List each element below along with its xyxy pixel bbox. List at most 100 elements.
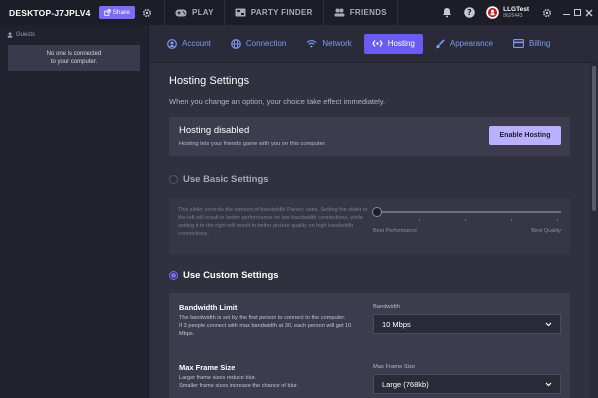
settings-tabs: Account Connection Network Hosting Appea… <box>150 25 598 63</box>
maximize-button[interactable] <box>572 7 583 18</box>
share-label: Share <box>112 9 130 16</box>
no-guests-message: No one is connected to your computer. <box>8 45 140 71</box>
account-icon <box>167 38 177 49</box>
tab-appearance-label: Appearance <box>449 39 494 48</box>
max-frame-size-select-value: Large (768kb) <box>382 379 429 389</box>
help-icon: ? <box>464 7 475 18</box>
basic-settings-radio[interactable] <box>169 175 178 184</box>
close-icon <box>585 9 592 16</box>
bandwidth-field-label: Bandwidth <box>373 304 401 310</box>
bandwidth-limit-description: The bandwidth is set by the first person… <box>179 314 364 338</box>
user-profile[interactable]: LLGTest 8626443 <box>486 6 529 19</box>
bandwidth-desc-line-2: If 3 people connect with max bandwidth a… <box>179 323 352 337</box>
tab-connection[interactable]: Connection <box>223 34 294 54</box>
billing-icon <box>513 39 524 48</box>
chevron-down-icon <box>545 322 552 326</box>
slider-tick <box>419 219 420 221</box>
max-frame-size-description: Larger frame sizes reduce blur. Smaller … <box>179 374 364 390</box>
tab-network-label: Network <box>322 39 352 48</box>
bandwidth-desc-line-1: The bandwidth is set by the first person… <box>179 315 346 321</box>
quality-slider-handle[interactable] <box>372 207 382 217</box>
user-name: LLGTest <box>503 6 529 13</box>
friends-icon <box>334 8 345 17</box>
guests-icon <box>7 32 13 38</box>
max-frame-size-title: Max Frame Size <box>179 363 236 372</box>
frame-desc-line-1: Larger frame sizes reduce blur. <box>179 375 257 381</box>
nav-friends-label: FRIENDS <box>349 8 387 17</box>
nav-play[interactable]: PLAY <box>165 0 224 25</box>
custom-settings-radio[interactable] <box>169 271 178 280</box>
bandwidth-select[interactable]: 10 Mbps <box>373 314 561 334</box>
minimize-button[interactable] <box>561 7 572 18</box>
share-button[interactable]: Share <box>98 6 135 19</box>
custom-settings-card: Bandwidth Limit The bandwidth is set by … <box>169 293 570 398</box>
basic-settings-label: Use Basic Settings <box>183 174 269 185</box>
max-frame-size-select[interactable]: Large (768kb) <box>373 374 561 394</box>
help-button[interactable]: ? <box>464 7 475 18</box>
avatar <box>486 6 499 19</box>
quality-slider-track[interactable] <box>378 211 561 213</box>
gear-icon <box>142 8 151 17</box>
guests-header: Guests <box>7 32 35 38</box>
slider-min-label: Best Performance <box>373 228 418 234</box>
machine-name: DESKTOP-J7JPLV4 <box>9 7 91 18</box>
frame-desc-line-2: Smaller frame sizes increase the chance … <box>179 383 299 389</box>
basic-settings-card: This slider controls the amount of bandw… <box>169 198 570 254</box>
bandwidth-select-value: 10 Mbps <box>382 319 411 329</box>
gear-icon <box>542 8 551 17</box>
settings-content: Hosting Settings When you change an opti… <box>150 63 590 398</box>
max-frame-size-field-label: Max Frame Size <box>373 364 416 370</box>
tab-account-label: Account <box>182 39 211 48</box>
top-right-controls: ? LLGTest 8626443 <box>441 0 598 25</box>
bandwidth-limit-title: Bandwidth Limit <box>179 303 238 312</box>
tab-hosting-label: Hosting <box>387 39 415 48</box>
slider-tick <box>511 219 512 221</box>
bell-icon <box>442 8 451 18</box>
enable-hosting-button[interactable]: Enable Hosting <box>489 126 561 145</box>
custom-settings-label: Use Custom Settings <box>183 270 279 281</box>
page-subtitle: When you change an option, your choice t… <box>169 97 386 106</box>
hosting-status-title: Hosting disabled <box>179 125 250 136</box>
tab-appearance[interactable]: Appearance <box>427 34 501 54</box>
top-bar: DESKTOP-J7JPLV4 Share PLAY PARTY FINDER … <box>0 0 598 25</box>
minimize-icon <box>563 13 570 16</box>
close-button[interactable] <box>583 7 594 18</box>
chevron-down-icon <box>545 382 552 386</box>
no-guests-line-1: No one is connected <box>46 51 102 57</box>
scrollbar-thumb[interactable] <box>592 66 596 211</box>
bandwidth-slider-description: This slider controls the amount of bandw… <box>178 207 368 237</box>
basic-settings-option[interactable]: Use Basic Settings <box>169 174 269 185</box>
content-scrollbar[interactable] <box>590 63 598 398</box>
no-guests-line-2: to your computer. <box>50 59 98 65</box>
globe-icon <box>231 38 241 49</box>
nav-party-finder[interactable]: PARTY FINDER <box>225 0 323 25</box>
tab-billing[interactable]: Billing <box>505 34 558 54</box>
brush-icon <box>435 38 445 48</box>
hosting-icon <box>372 40 383 47</box>
guests-sidebar: Guests No one is connected to your compu… <box>0 25 149 398</box>
guests-label: Guests <box>16 32 36 38</box>
nav-play-label: PLAY <box>191 8 214 17</box>
maximize-icon <box>574 9 581 16</box>
nav-party-finder-label: PARTY FINDER <box>250 8 313 17</box>
hosting-status-description: Hosting lets your friends game with you … <box>179 141 326 147</box>
settings-gear-button[interactable] <box>142 8 152 18</box>
wifi-icon <box>306 40 317 48</box>
tab-connection-label: Connection <box>245 39 287 48</box>
page-title: Hosting Settings <box>169 75 250 87</box>
nav-friends[interactable]: FRIENDS <box>324 0 397 25</box>
share-icon <box>103 9 111 16</box>
notifications-button[interactable] <box>441 7 452 18</box>
tab-billing-label: Billing <box>529 39 551 48</box>
tab-account[interactable]: Account <box>159 34 219 54</box>
custom-settings-option[interactable]: Use Custom Settings <box>169 270 279 281</box>
slider-tick <box>465 219 466 221</box>
tab-network[interactable]: Network <box>298 34 359 54</box>
svg-text:?: ? <box>467 8 472 17</box>
user-id: 8626443 <box>503 13 523 19</box>
party-finder-icon <box>235 8 246 17</box>
user-settings-button[interactable] <box>541 7 552 18</box>
tab-hosting[interactable]: Hosting <box>363 33 423 54</box>
slider-max-label: Best Quality <box>531 228 561 234</box>
slider-tick <box>557 219 558 221</box>
